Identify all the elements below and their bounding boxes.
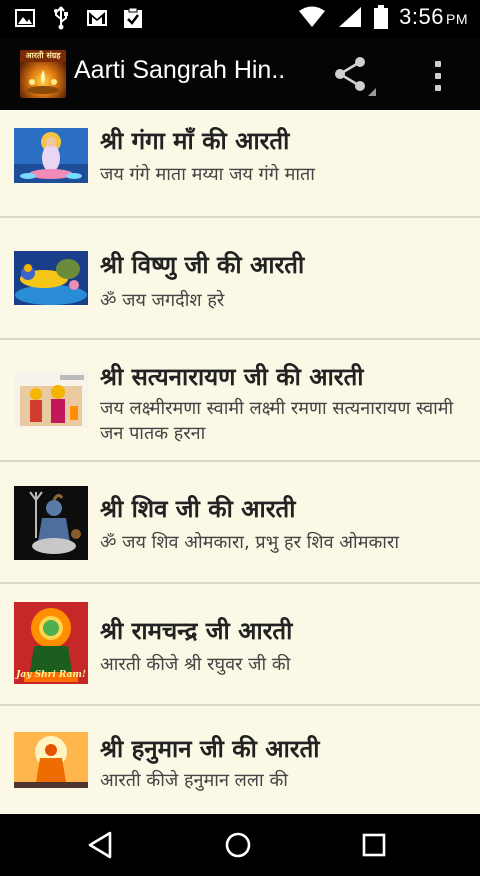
list-item-ramchandra-aarti[interactable]: Jay Shri Ram! श्री रामचन्द्र जी आरती आरत… [0, 584, 480, 706]
item-subtitle: ॐ जय जगदीश हरे [100, 290, 225, 311]
navigation-bar [0, 814, 480, 876]
gmail-icon [86, 6, 108, 30]
ganga-thumbnail [14, 128, 88, 183]
overflow-dot [435, 85, 441, 91]
item-subtitle: जय गंगे माता मय्या जय गंगे माता [100, 164, 315, 185]
share-button[interactable] [330, 54, 378, 98]
app-icon[interactable]: आरती संग्रह [20, 50, 66, 98]
back-icon [88, 831, 112, 859]
overflow-menu-button[interactable] [420, 54, 456, 98]
item-subtitle: ॐ जय शिव ओमकारा, प्रभु हर शिव ओमकारा [100, 532, 399, 553]
vishnu-thumbnail [14, 251, 88, 305]
item-title: श्री शिव जी की आरती [100, 495, 296, 523]
clipboard-check-icon [122, 6, 144, 30]
usb-icon [50, 6, 72, 30]
list-item-hanuman-aarti[interactable]: श्री हनुमान जी की आरती आरती कीजे हनुमान … [0, 706, 480, 814]
list-item-shiv-aarti[interactable]: श्री शिव जी की आरती ॐ जय शिव ओमकारा, प्र… [0, 462, 480, 584]
shiv-thumbnail [14, 486, 88, 560]
list-item-satyanarayan-aarti[interactable]: श्री सत्यनारायण जी की आरती जय लक्ष्मीरमण… [0, 340, 480, 462]
home-button[interactable] [218, 828, 258, 862]
satyanarayan-thumbnail [14, 372, 88, 428]
item-title: श्री गंगा माँ की आरती [100, 127, 290, 155]
signal-icon [337, 5, 363, 29]
item-title: श्री विष्णु जी की आरती [100, 251, 305, 279]
hanuman-thumbnail [14, 732, 88, 788]
list-item-ganga-aarti[interactable]: श्री गंगा माँ की आरती जय गंगे माता मय्या… [0, 110, 480, 218]
app-title: Aarti Sangrah Hin.. [74, 56, 286, 84]
back-button[interactable] [80, 828, 120, 862]
item-title: श्री हनुमान जी की आरती [100, 735, 320, 763]
item-title: श्री सत्यनारायण जी की आरती [100, 363, 364, 391]
share-icon [335, 57, 376, 96]
status-bar: 3:56 PM [0, 0, 480, 38]
item-subtitle: आरती कीजे श्री रघुवर जी की [100, 654, 291, 675]
app-icon-label: आरती संग्रह [25, 51, 61, 60]
aarti-list: श्री गंगा माँ की आरती जय गंगे माता मय्या… [0, 110, 480, 814]
image-icon [14, 6, 36, 30]
overflow-dot [435, 73, 441, 79]
status-time: 3:56 PM [399, 4, 468, 29]
recents-icon [362, 833, 386, 857]
item-subtitle: जय लक्ष्मीरमणा स्वामी लक्ष्मी रमणा सत्यन… [100, 398, 454, 444]
item-title: श्री रामचन्द्र जी आरती [100, 617, 293, 645]
home-icon [225, 832, 251, 858]
battery-icon [373, 5, 389, 29]
list-item-vishnu-aarti[interactable]: श्री विष्णु जी की आरती ॐ जय जगदीश हरे [0, 218, 480, 340]
ram-thumbnail-caption: Jay Shri Ram! [16, 670, 86, 680]
action-bar: आरती संग्रह Aarti Sangrah Hin.. [0, 38, 480, 110]
ram-thumbnail: Jay Shri Ram! [14, 602, 88, 684]
overflow-menu-icon [435, 61, 441, 67]
recents-button[interactable] [354, 828, 394, 862]
wifi-icon [297, 5, 327, 29]
item-subtitle: आरती कीजे हनुमान लला की [100, 770, 288, 791]
